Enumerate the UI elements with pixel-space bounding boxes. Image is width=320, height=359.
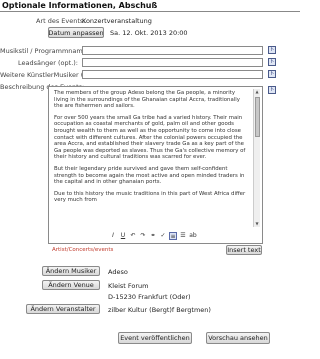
redo-icon[interactable]: ↷	[139, 232, 147, 240]
musician-value: Adeso	[108, 268, 128, 276]
editor-paragraph: But their legendary pride survived and g…	[54, 165, 245, 186]
section-divider	[0, 11, 300, 12]
insert-text-button[interactable]: Insert text	[226, 245, 262, 255]
change-musician-button[interactable]: Ändern Musiker	[42, 266, 100, 276]
numbered-list-icon[interactable]: ☰	[179, 232, 187, 240]
description-editor[interactable]: The members of the group Adeso belong th…	[48, 86, 263, 244]
editor-status-text: Artist/Concerts/events	[52, 247, 114, 253]
preview-button[interactable]: Vorschau ansehen	[206, 332, 270, 344]
leadsinger-input[interactable]	[82, 58, 263, 67]
translate-icon[interactable]: ト	[268, 86, 276, 94]
change-organizer-button[interactable]: Ändern Veranstalter	[26, 304, 100, 314]
section-title: Optionale Informationen, Abschuß	[2, 1, 158, 10]
musikstil-label: Musikstil / Programmname:	[0, 47, 89, 55]
change-venue-button[interactable]: Ändern Venue	[42, 280, 100, 290]
translate-icon[interactable]: ト	[268, 70, 276, 78]
leadsinger-label: Leadsänger (opt.):	[18, 59, 78, 67]
editor-paragraph: For over 500 years the small Ga tribe ha…	[54, 114, 246, 161]
date-value: Sa. 12. Okt. 2013 20:00	[110, 29, 188, 37]
scroll-up-icon[interactable]: ▲	[254, 89, 260, 95]
event-type-value: Konzertveranstaltung	[82, 17, 152, 25]
translate-icon[interactable]: ト	[268, 46, 276, 54]
event-type-label: Art des Events:	[36, 17, 86, 25]
undo-icon[interactable]: ↶	[129, 232, 137, 240]
editor-paragraph: Due to this history the music traditions…	[54, 190, 246, 204]
editor-toolbar: I U ↶ ↷ ⚭ ✓ ≡ ☰ ab	[109, 231, 197, 241]
italic-button[interactable]: I	[109, 232, 117, 240]
weitere-label: Weitere KünstlerMusiker (opt.):	[0, 71, 101, 79]
scroll-thumb[interactable]	[255, 97, 260, 137]
check-icon[interactable]: ✓	[159, 232, 167, 240]
musikstil-input[interactable]	[82, 46, 263, 55]
translate-icon[interactable]: ト	[268, 58, 276, 66]
list-icon[interactable]: ≡	[169, 232, 177, 240]
editor-content[interactable]: The members of the group Adeso belong th…	[51, 89, 251, 227]
editor-scrollbar[interactable]: ▲ ▼	[253, 89, 260, 227]
underline-button[interactable]: U	[119, 232, 127, 240]
spellcheck-icon[interactable]: ab	[189, 232, 197, 240]
weitere-input[interactable]	[82, 70, 263, 79]
scroll-down-icon[interactable]: ▼	[254, 221, 260, 227]
adjust-date-button[interactable]: Datum anpassen	[48, 27, 104, 38]
venue-name: Kleist Forum	[108, 282, 149, 290]
editor-paragraph: The members of the group Adeso belong th…	[54, 90, 240, 110]
link-icon[interactable]: ⚭	[149, 232, 157, 240]
organizer-value: zilber Kultur (Bergt)f Bergtmen)	[108, 306, 211, 314]
venue-address: D-15230 Frankfurt (Oder)	[108, 293, 191, 301]
publish-event-button[interactable]: Event veröffentlichen	[118, 332, 192, 344]
